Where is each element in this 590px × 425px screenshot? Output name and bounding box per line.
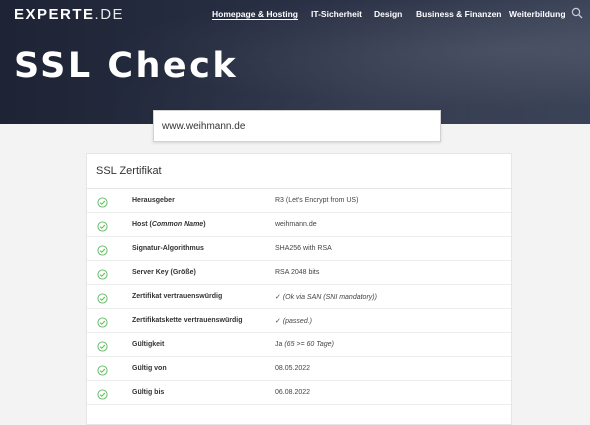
table-row: Gültig von 08.05.2022 — [87, 357, 511, 381]
table-row: Gültigkeit Ja (65 >= 60 Tage) — [87, 333, 511, 357]
row-label: Gültig bis — [132, 389, 165, 396]
row-label-end: ) — [203, 221, 206, 228]
table-row: Zertifikatskette vertrauenswürdig ✓ (pas… — [87, 309, 511, 333]
row-value: RSA 2048 bits — [275, 269, 320, 276]
nav-item-weiterbildung[interactable]: Weiterbildung — [509, 9, 566, 19]
check-circle-icon — [97, 363, 108, 381]
table-row: Herausgeber R3 (Let's Encrypt from US) — [87, 189, 511, 213]
table-row: Gültig bis 06.08.2022 — [87, 381, 511, 405]
row-label: Server Key (Größe) — [132, 269, 196, 276]
nav-item-it-sicherheit[interactable]: IT-Sicherheit — [311, 9, 362, 19]
row-value: 08.05.2022 — [275, 365, 311, 372]
row-label: Gültig von — [132, 365, 167, 372]
check-circle-icon — [97, 219, 108, 237]
row-value: 06.08.2022 — [275, 389, 311, 396]
row-value-main: ✓ — [275, 318, 283, 325]
row-label-main: Host ( — [132, 221, 152, 228]
hero-banner: EXPERTE.DE Homepage & Hosting IT-Sicherh… — [0, 0, 590, 124]
check-circle-icon — [97, 315, 108, 333]
nav-item-design[interactable]: Design — [374, 9, 402, 19]
row-value-italic: (passed.) — [282, 318, 312, 325]
ssl-certificate-card: SSL Zertifikat Herausgeber R3 (Let's Enc… — [86, 153, 512, 425]
row-label: Host (Common Name) — [132, 221, 206, 228]
table-row: Host (Common Name) weihmann.de — [87, 213, 511, 237]
search-icon[interactable] — [571, 6, 583, 24]
nav-item-homepage-hosting[interactable]: Homepage & Hosting — [212, 9, 298, 19]
row-label: Zertifikat vertrauenswürdig — [132, 293, 223, 300]
page-title: SSL Check — [14, 46, 239, 86]
card-title: SSL Zertifikat — [96, 165, 162, 177]
row-label-italic: Common Name — [151, 221, 204, 228]
row-label: Zertifikatskette vertrauenswürdig — [132, 317, 243, 324]
row-label: Herausgeber — [132, 197, 175, 204]
table-row: Signatur-Algorithmus SHA256 with RSA — [87, 237, 511, 261]
check-circle-icon — [97, 243, 108, 261]
table-row: Server Key (Größe) RSA 2048 bits — [87, 261, 511, 285]
row-value-main: ✓ — [275, 294, 283, 301]
check-circle-icon — [97, 195, 108, 213]
row-value-main: Ja — [275, 341, 285, 348]
row-label: Signatur-Algorithmus — [132, 245, 204, 252]
check-circle-icon — [97, 291, 108, 309]
row-label: Gültigkeit — [132, 341, 165, 348]
table-row: Zertifikat vertrauenswürdig ✓ (Ok via SA… — [87, 285, 511, 309]
row-value: ✓ (passed.) — [275, 317, 312, 325]
row-value-italic: (65 >= 60 Tage) — [284, 341, 334, 348]
row-value: Ja (65 >= 60 Tage) — [275, 341, 334, 348]
check-circle-icon — [97, 267, 108, 285]
row-value: ✓ (Ok via SAN (SNI mandatory)) — [275, 293, 377, 301]
check-circle-icon — [97, 339, 108, 357]
row-value: SHA256 with RSA — [275, 245, 332, 252]
check-circle-icon — [97, 387, 108, 405]
url-input[interactable] — [153, 110, 441, 142]
main-nav: Homepage & Hosting IT-Sicherheit Design … — [0, 9, 590, 23]
row-value: R3 (Let's Encrypt from US) — [275, 197, 359, 204]
row-value-italic: (Ok via SAN (SNI mandatory)) — [282, 294, 377, 301]
row-value: weihmann.de — [275, 221, 317, 228]
nav-item-business-finanzen[interactable]: Business & Finanzen — [416, 9, 502, 19]
